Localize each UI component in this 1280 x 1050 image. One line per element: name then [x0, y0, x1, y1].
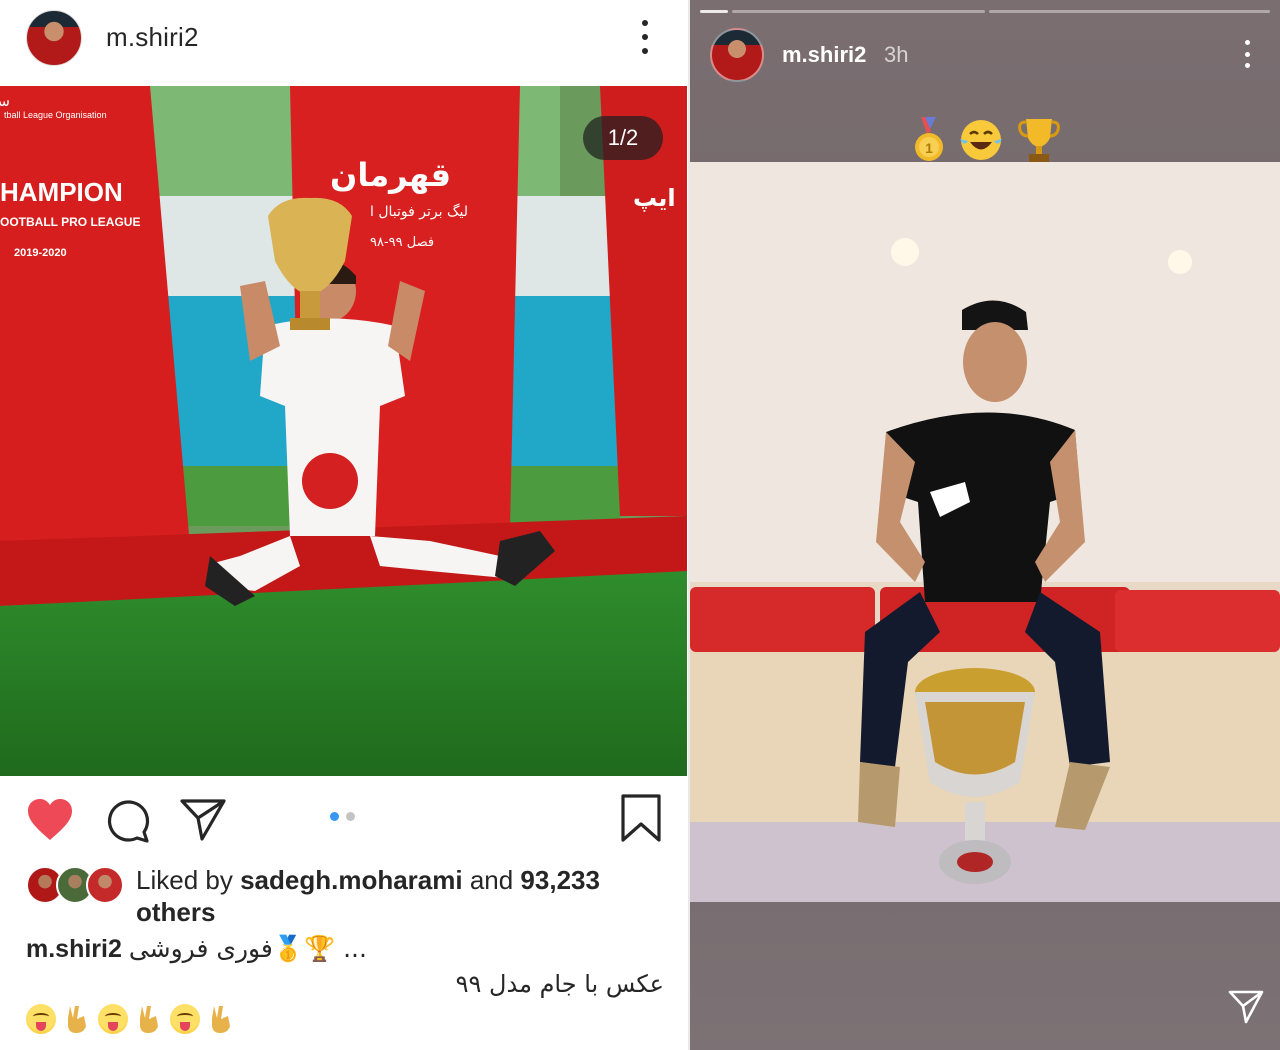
send-icon[interactable] [180, 798, 226, 847]
tears-of-joy-emoji-icon [960, 120, 1002, 160]
story-progress [700, 10, 1270, 14]
liker-username[interactable]: sadegh.moharami [240, 865, 463, 895]
story-photo-illustration [690, 162, 1280, 902]
carousel-counter: 1/2 [583, 116, 663, 160]
story-progress-segment [732, 10, 985, 13]
likes-prefix: Liked by [136, 865, 241, 895]
caption: m.shiri2 فوری فروشی🥇🏆 ... [26, 934, 367, 964]
board-text-org-fa: سازمان لیگ فوتبال [0, 92, 10, 110]
post-avatar[interactable] [26, 10, 82, 66]
board-text-season: 2019-2020 [14, 247, 67, 259]
story-avatar[interactable] [710, 28, 764, 82]
story-photo [690, 162, 1280, 902]
carousel-dot [346, 812, 355, 821]
board-text-champion: HAMPION [0, 177, 123, 207]
caption-text: فوری فروشی🥇🏆 ... [128, 934, 367, 963]
tongue-emoji-icon [98, 1004, 128, 1034]
likes-count[interactable]: 93,233 [520, 865, 600, 895]
likes-and: and [462, 865, 521, 895]
story-username[interactable]: m.shiri2 [782, 42, 866, 68]
likes-others[interactable]: others [136, 897, 215, 927]
carousel-dots [330, 812, 355, 821]
board-text-league-fa: لیگ برتر فوتبال ا [370, 203, 468, 220]
liker-avatars[interactable] [26, 866, 126, 906]
post-username[interactable]: m.shiri2 [106, 22, 199, 53]
victory-hand-emoji-icon [212, 1006, 230, 1033]
board-text-side-fa: ایپ [633, 184, 676, 212]
trophy-emoji-icon [1018, 119, 1060, 162]
board-text-pro-league: OOTBALL PRO LEAGUE [0, 215, 140, 229]
board-text-org-en: tball League Organisation [4, 110, 107, 120]
story-send-icon[interactable] [1228, 990, 1264, 1029]
likes-text[interactable]: Liked by sadegh.moharami and 93,233 other… [136, 864, 646, 928]
tongue-emoji-icon [26, 1004, 56, 1034]
caption-emoji-row [26, 1004, 236, 1034]
caption-second-line: عکس با جام مدل ۹۹ [455, 970, 664, 998]
story-emoji-row: 1 [912, 116, 1062, 164]
board-text-season-fa: فصل ۹۹-۹۸ [370, 235, 434, 250]
instagram-story[interactable]: m.shiri2 3h 1 [690, 0, 1280, 1050]
post-header: m.shiri2 [0, 0, 688, 78]
board-text-champion-fa: قهرمان [330, 156, 451, 194]
instagram-post: m.shiri2 سازمان [0, 0, 688, 1050]
victory-hand-emoji-icon [140, 1006, 158, 1033]
story-progress-segment-active [700, 10, 729, 13]
svg-text:1: 1 [925, 140, 933, 156]
first-place-medal-icon: 1 [915, 117, 943, 161]
victory-hand-emoji-icon [68, 1006, 86, 1033]
comment-icon[interactable] [104, 798, 150, 849]
heart-icon[interactable] [26, 798, 74, 847]
post-photo-illustration: سازمان لیگ فوتبال tball League Organisat… [0, 86, 687, 776]
likes-row: Liked by sadegh.moharami and 93,233 other… [26, 864, 666, 934]
story-time: 3h [884, 42, 909, 67]
tongue-emoji-icon [170, 1004, 200, 1034]
post-photo[interactable]: سازمان لیگ فوتبال tball League Organisat… [0, 86, 687, 776]
story-progress-segment [989, 10, 1270, 13]
carousel-dot-active [330, 812, 339, 821]
caption-username[interactable]: m.shiri2 [26, 935, 122, 963]
liker-avatar [86, 866, 124, 904]
story-more-icon[interactable] [1242, 40, 1252, 68]
bookmark-icon[interactable] [620, 794, 662, 847]
post-actions [0, 790, 688, 850]
post-more-icon[interactable] [639, 20, 651, 54]
